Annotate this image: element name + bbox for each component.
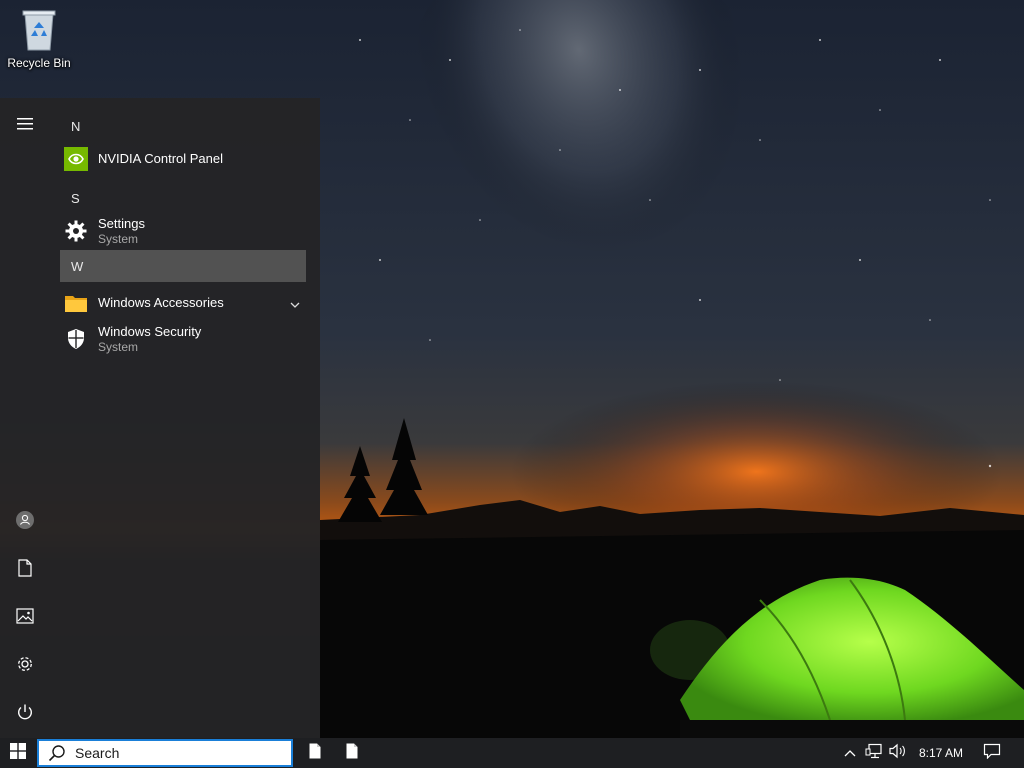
app-name: NVIDIA Control Panel bbox=[98, 151, 224, 166]
app-name: Windows Security bbox=[98, 323, 202, 339]
volume-button[interactable] bbox=[886, 738, 910, 768]
taskbar-app-1[interactable] bbox=[300, 738, 330, 768]
power-icon bbox=[16, 703, 34, 726]
show-hidden-icons-button[interactable] bbox=[840, 738, 860, 768]
app-name: Settings bbox=[98, 215, 145, 231]
documents-icon bbox=[17, 558, 33, 582]
search-icon bbox=[48, 744, 66, 762]
app-nvidia-control-panel[interactable]: NVIDIA Control Panel bbox=[60, 140, 306, 178]
documents-button[interactable] bbox=[5, 550, 45, 590]
start-menu: N NVIDIA Control Panel S Settings System… bbox=[0, 98, 320, 738]
expand-menu-icon bbox=[16, 117, 34, 136]
start-button[interactable] bbox=[0, 738, 36, 768]
network-icon bbox=[865, 743, 883, 764]
user-account-button[interactable] bbox=[5, 502, 45, 542]
chevron-down-icon[interactable] bbox=[290, 296, 300, 314]
nvidia-icon bbox=[63, 146, 89, 172]
group-header-s[interactable]: S bbox=[60, 182, 306, 214]
volume-icon bbox=[889, 743, 907, 764]
start-rail bbox=[0, 98, 50, 738]
shield-icon bbox=[63, 326, 89, 352]
group-letter: N bbox=[71, 118, 81, 134]
taskbar-search-box[interactable]: Search bbox=[37, 739, 293, 767]
action-center-icon bbox=[983, 743, 1001, 764]
folder-icon bbox=[63, 290, 89, 316]
app-settings[interactable]: Settings System bbox=[60, 212, 306, 250]
app-windows-accessories[interactable]: Windows Accessories bbox=[60, 284, 306, 322]
user-account-icon bbox=[15, 510, 35, 535]
pictures-button[interactable] bbox=[5, 598, 45, 638]
windows-logo-icon bbox=[10, 742, 26, 764]
file-icon bbox=[309, 743, 321, 764]
app-name: Windows Accessories bbox=[98, 295, 224, 310]
taskbar-clock[interactable]: 8:17 AM bbox=[912, 738, 970, 768]
action-center-button[interactable] bbox=[978, 738, 1006, 768]
group-header-w[interactable]: W bbox=[60, 250, 306, 282]
pictures-icon bbox=[16, 607, 34, 629]
network-button[interactable] bbox=[862, 738, 886, 768]
recycle-bin-icon bbox=[17, 6, 61, 52]
settings-icon bbox=[16, 655, 34, 678]
clock-time: 8:17 AM bbox=[918, 746, 964, 760]
desktop-icon-recycle-bin[interactable]: Recycle Bin bbox=[4, 6, 74, 78]
settings-button[interactable] bbox=[5, 646, 45, 686]
desktop-icon-label: Recycle Bin bbox=[7, 56, 71, 70]
group-header-n[interactable]: N bbox=[60, 110, 306, 142]
taskbar-app-2[interactable] bbox=[337, 738, 367, 768]
power-button[interactable] bbox=[5, 694, 45, 734]
taskbar: Search 8:17 AM bbox=[0, 738, 1024, 768]
expand-menu-button[interactable] bbox=[5, 106, 45, 146]
app-subtitle: System bbox=[98, 339, 139, 354]
group-letter: W bbox=[71, 258, 84, 274]
group-letter: S bbox=[71, 190, 80, 206]
gear-icon bbox=[63, 218, 89, 244]
app-windows-security[interactable]: Windows Security System bbox=[60, 320, 306, 358]
search-placeholder: Search bbox=[75, 745, 120, 761]
app-subtitle: System bbox=[98, 231, 139, 246]
file-icon bbox=[346, 743, 358, 764]
chevron-up-icon bbox=[844, 744, 856, 762]
